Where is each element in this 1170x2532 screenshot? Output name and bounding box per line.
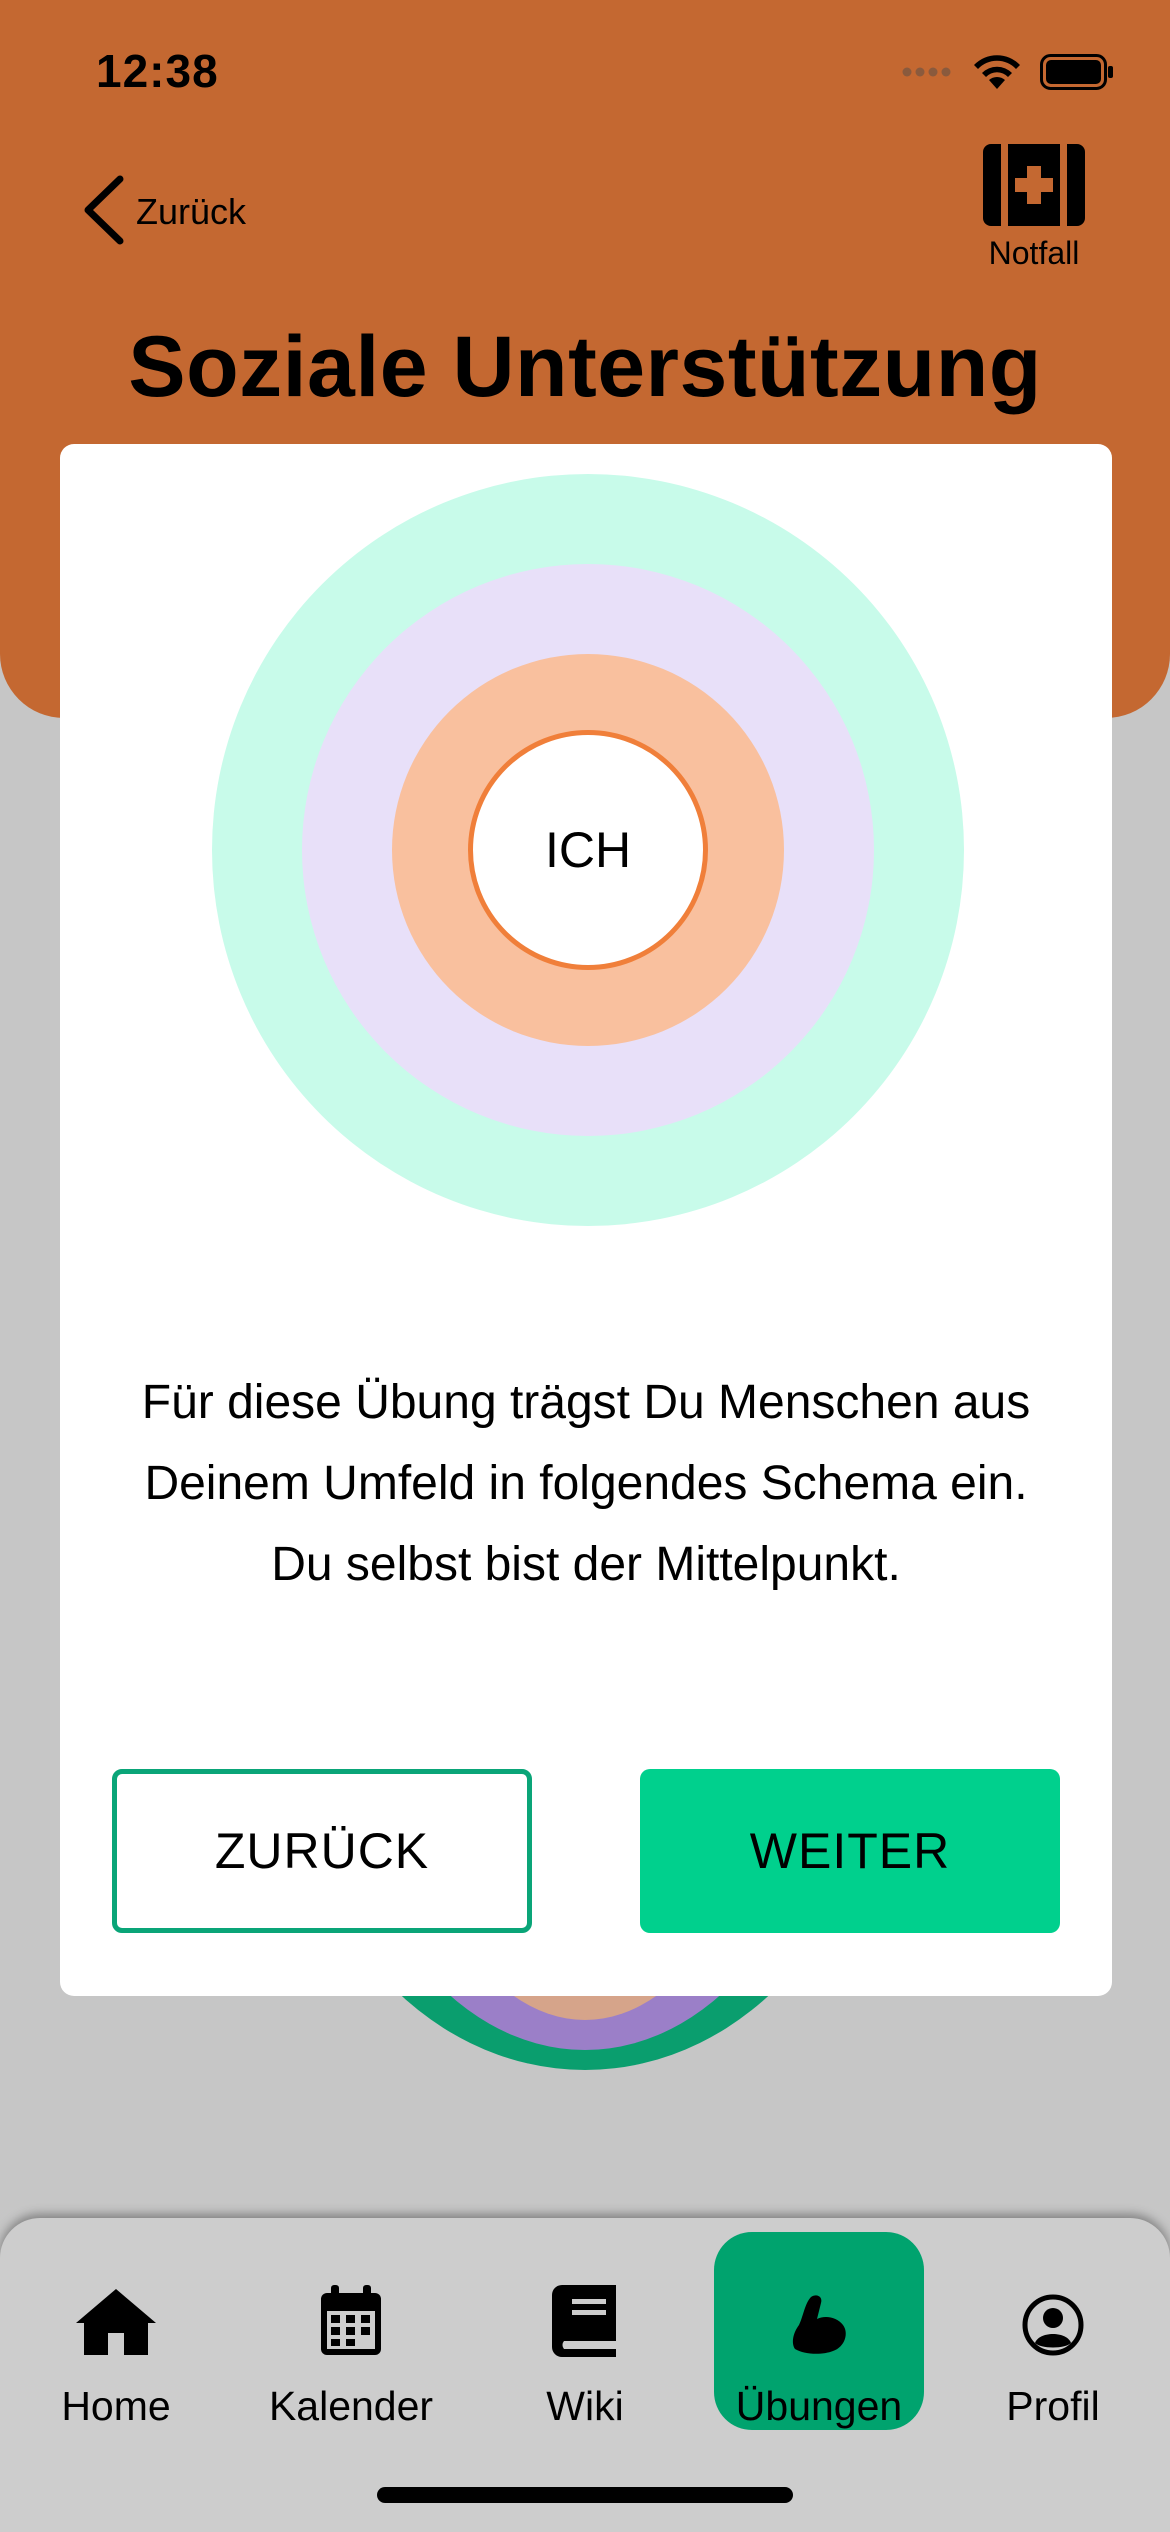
tab-wiki[interactable]: Wiki — [480, 2232, 690, 2430]
calendar-icon — [319, 2276, 383, 2357]
tab-exercises[interactable]: Übungen — [714, 2232, 924, 2430]
home-indicator — [377, 2487, 793, 2503]
first-aid-kit-icon — [983, 144, 1085, 231]
next-button[interactable]: WEITER — [640, 1769, 1060, 1933]
profile-icon — [1021, 2276, 1085, 2357]
page-title: Soziale Unterstützung — [128, 319, 1042, 415]
back-step-label: ZURÜCK — [214, 1823, 430, 1879]
back-button[interactable]: Zurück — [80, 172, 246, 252]
status-icons — [902, 50, 1114, 98]
tab-home-label: Home — [61, 2383, 171, 2429]
tab-bar: Home Kalender Wiki Übungen Profil — [0, 2218, 1170, 2532]
home-icon — [74, 2276, 158, 2357]
status-time: 12:38 — [96, 45, 219, 97]
tab-calendar-label: Kalender — [268, 2383, 434, 2429]
tab-exercises-label: Übungen — [735, 2383, 903, 2429]
tab-profile-label: Profil — [1006, 2383, 1100, 2429]
back-step-button[interactable]: ZURÜCK — [112, 1769, 532, 1933]
ring-center-me: ICH — [468, 730, 708, 970]
intro-dialog: ICH Für diese Übung trägst Du Menschen a… — [60, 444, 1112, 1996]
tab-wiki-label: Wiki — [546, 2383, 624, 2429]
wifi-icon — [972, 53, 1022, 96]
next-label: WEITER — [749, 1823, 951, 1879]
emergency-label: Notfall — [988, 235, 1080, 271]
tab-home[interactable]: Home — [11, 2232, 221, 2430]
back-label: Zurück — [136, 191, 247, 232]
chevron-left-icon — [80, 175, 126, 250]
description-text: Für diese Übung trägst Du Menschen aus D… — [141, 1376, 1031, 1591]
battery-icon — [1040, 53, 1114, 95]
social-circle-diagram: ICH — [212, 474, 964, 1226]
book-icon — [552, 2276, 618, 2357]
signal-icon — [902, 65, 954, 83]
tab-profile[interactable]: Profil — [948, 2232, 1158, 2430]
emergency-button[interactable]: Notfall — [978, 144, 1090, 272]
tab-calendar[interactable]: Kalender — [246, 2232, 456, 2430]
muscle-icon — [789, 2276, 849, 2357]
center-label: ICH — [544, 822, 632, 878]
